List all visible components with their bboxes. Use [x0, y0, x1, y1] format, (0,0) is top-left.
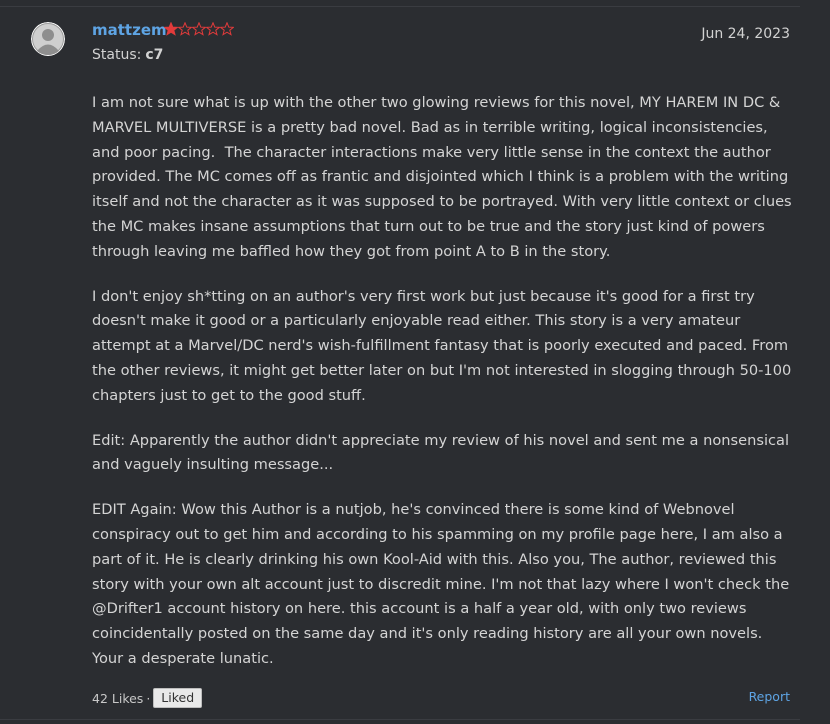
report-link[interactable]: Report	[749, 689, 790, 704]
review-card: mattzem Status: c7 Jun 24, 2023 I am not …	[0, 0, 830, 724]
bottom-divider	[0, 719, 800, 720]
review-paragraph: Edit: Apparently the author didn't appre…	[92, 431, 794, 474]
reviewer-status: Status: c7	[92, 47, 163, 63]
filled-star-icon	[164, 22, 178, 36]
empty-star-icon	[206, 22, 220, 36]
liked-button[interactable]: Liked	[153, 688, 203, 708]
top-divider	[0, 6, 800, 7]
review-paragraph: EDIT Again: Wow this Author is a nutjob,…	[92, 501, 799, 667]
rating-stars	[164, 22, 234, 36]
avatar-icon[interactable]	[31, 22, 65, 56]
empty-star-icon	[178, 22, 192, 36]
status-value: c7	[145, 47, 164, 63]
empty-star-icon	[192, 22, 206, 36]
review-paragraph: I don't enjoy sh*tting on an author's ve…	[92, 287, 796, 404]
status-label: Status:	[92, 47, 142, 63]
likes-count: 42 Likes	[92, 690, 144, 706]
review-date: Jun 24, 2023	[701, 26, 790, 42]
review-paragraph: I am not sure what is up with the other …	[92, 94, 797, 260]
likes-section: 42 Likes · Liked	[92, 688, 203, 708]
reviewer-username[interactable]: mattzem	[92, 21, 167, 39]
review-body: I am not sure what is up with the other …	[92, 91, 792, 692]
empty-star-icon	[220, 22, 234, 36]
likes-separator: ·	[146, 690, 151, 706]
